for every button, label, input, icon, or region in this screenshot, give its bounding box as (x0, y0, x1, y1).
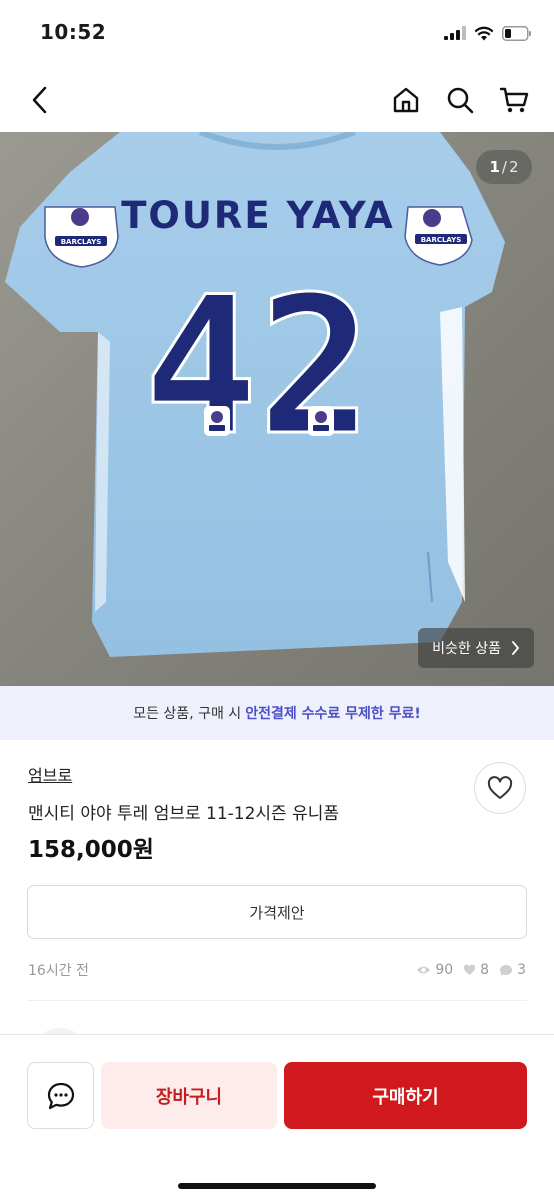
back-button[interactable] (20, 80, 60, 120)
promo-banner[interactable]: 모든 상품, 구매 시 안전결제 수수료 무제한 무료! (0, 686, 554, 740)
chats-stat: 3 (499, 962, 526, 978)
sleeve-sponsor-left: BARCLAYS (61, 238, 102, 246)
chevron-right-icon (512, 641, 519, 655)
jersey-photo: BARCLAYS BARCLAYS TOURE YAYA 42 (0, 132, 554, 686)
nav-bar (0, 66, 554, 132)
product-title: 맨시티 야야 투레 엄브로 11-12시즌 유니폼 (28, 804, 340, 824)
image-counter-total: 2 (508, 158, 519, 176)
similar-products-button[interactable]: 비슷한 상품 (418, 628, 534, 668)
likes-stat: 8 (463, 962, 489, 978)
views-count: 90 (435, 962, 454, 978)
heart-icon (487, 776, 513, 799)
signal-icon (444, 26, 466, 40)
image-counter-current: 1 (489, 158, 500, 176)
buy-now-button[interactable]: 구매하기 (284, 1062, 527, 1129)
image-counter: 1 / 2 (476, 150, 532, 184)
promo-prefix: 모든 상품, 구매 시 (133, 706, 242, 722)
search-icon (447, 87, 474, 114)
battery-icon (502, 25, 531, 41)
price-offer-button[interactable]: 가격제안 (27, 885, 527, 939)
eye-icon (417, 966, 431, 974)
jersey-number-text: 42 (144, 256, 373, 477)
wifi-icon (474, 26, 494, 40)
product-image[interactable]: BARCLAYS BARCLAYS TOURE YAYA 42 1 / 2 비슷… (0, 132, 554, 686)
stats: 90 8 3 (416, 962, 526, 978)
section-divider (27, 1000, 527, 1001)
sleeve-badge-left: BARCLAYS (44, 206, 119, 268)
chat-bubble-small-icon (500, 964, 513, 976)
cart-nav-button[interactable] (494, 80, 534, 120)
home-indicator (178, 1183, 376, 1189)
status-bar: 10:52 (0, 0, 554, 66)
jersey-name-text: TOURE YAYA (121, 194, 395, 237)
league-patch-right (308, 406, 334, 436)
chat-button[interactable] (27, 1062, 94, 1129)
league-patch-left (204, 406, 230, 436)
favorite-button[interactable] (474, 762, 526, 814)
status-icons (444, 22, 532, 44)
likes-count: 8 (480, 962, 490, 978)
chevron-left-icon (32, 86, 47, 114)
image-counter-separator: / (501, 158, 507, 176)
meta-row: 16시간 전 90 8 3 (28, 958, 526, 982)
bottom-action-bar: 장바구니 구매하기 (0, 1034, 554, 1200)
promo-highlight: 안전결제 수수료 무제한 무료! (245, 706, 421, 722)
home-button[interactable] (386, 80, 426, 120)
chat-icon (47, 1082, 74, 1109)
status-time: 10:52 (40, 20, 107, 44)
views-stat: 90 (416, 962, 453, 978)
add-to-cart-button[interactable]: 장바구니 (101, 1062, 277, 1129)
posted-time: 16시간 전 (28, 963, 89, 979)
similar-products-label: 비슷한 상품 (432, 641, 501, 657)
brand-link[interactable]: 엄브로 (28, 762, 72, 786)
home-icon (393, 87, 419, 113)
chats-count: 3 (517, 962, 526, 978)
sleeve-sponsor-right: BARCLAYS (421, 236, 462, 244)
search-button[interactable] (440, 80, 480, 120)
cart-icon (499, 87, 529, 113)
heart-small-icon (464, 964, 476, 975)
product-price: 158,000원 (28, 837, 154, 863)
